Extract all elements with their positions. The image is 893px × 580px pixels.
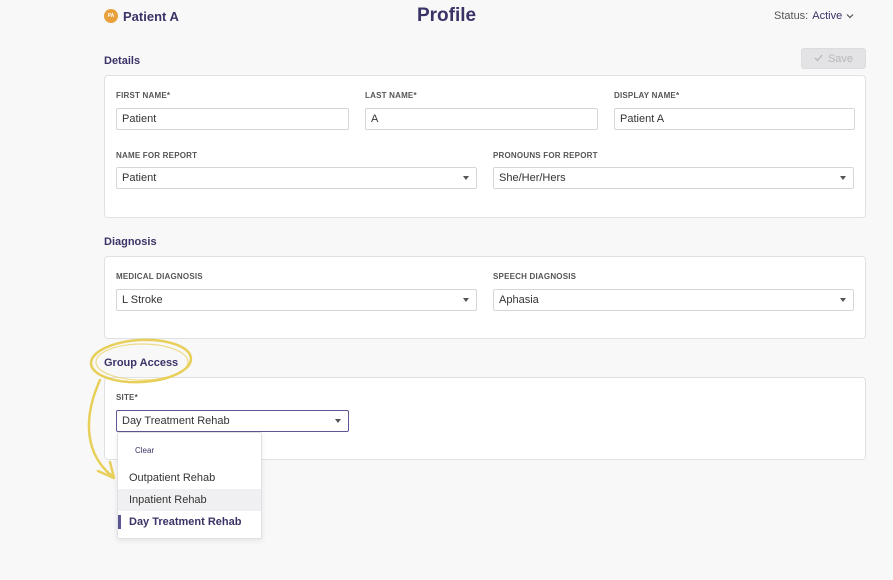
site-dropdown-menu: Clear Outpatient Rehab Inpatient Rehab D…: [117, 432, 262, 539]
dropdown-option-outpatient[interactable]: Outpatient Rehab: [118, 467, 261, 489]
check-icon: [814, 53, 823, 65]
patient-name: Patient A: [123, 9, 179, 24]
status-label: Status:: [774, 10, 809, 22]
site-select[interactable]: Day Treatment Rehab: [116, 410, 349, 432]
save-label: Save: [827, 52, 854, 65]
medical-diagnosis-value: L Stroke: [122, 294, 163, 306]
display-name-label: DISPLAY NAME*: [614, 91, 680, 100]
diagnosis-section-title: Diagnosis: [104, 236, 157, 248]
caret-down-icon: [335, 419, 341, 423]
clear-option[interactable]: Clear: [135, 446, 154, 455]
dropdown-option-day-treatment[interactable]: Day Treatment Rehab: [118, 511, 261, 533]
pronouns-label: PRONOUNS FOR REPORT: [493, 151, 598, 160]
medical-diagnosis-select[interactable]: L Stroke: [116, 289, 477, 311]
speech-diagnosis-value: Aphasia: [499, 294, 539, 306]
name-for-report-select[interactable]: Patient: [116, 167, 477, 189]
details-panel: [104, 75, 866, 218]
last-name-field[interactable]: A: [365, 108, 598, 130]
name-for-report-label: NAME FOR REPORT: [116, 151, 198, 160]
group-access-section-title: Group Access: [104, 357, 179, 369]
pronouns-select[interactable]: She/Her/Hers: [493, 167, 854, 189]
status-value: Active: [812, 10, 843, 22]
chevron-down-icon: [846, 12, 854, 21]
site-label: SITE*: [116, 393, 138, 402]
site-value: Day Treatment Rehab: [122, 415, 230, 427]
caret-down-icon: [840, 298, 846, 302]
name-for-report-value: Patient: [122, 172, 157, 184]
caret-down-icon: [840, 176, 846, 180]
medical-diagnosis-label: MEDICAL DIAGNOSIS: [116, 272, 203, 281]
avatar: PA: [104, 9, 118, 23]
speech-diagnosis-label: SPEECH DIAGNOSIS: [493, 272, 577, 281]
dropdown-option-label: Day Treatment Rehab: [129, 516, 242, 528]
status-dropdown[interactable]: Status: Active: [774, 10, 854, 22]
caret-down-icon: [463, 298, 469, 302]
dropdown-option-inpatient[interactable]: Inpatient Rehab: [118, 489, 261, 511]
save-button[interactable]: Save: [801, 48, 866, 69]
pronouns-value: She/Her/Hers: [499, 172, 566, 184]
first-name-field[interactable]: Patient: [116, 108, 349, 130]
details-section-title: Details: [104, 55, 141, 67]
speech-diagnosis-select[interactable]: Aphasia: [493, 289, 854, 311]
last-name-label: LAST NAME*: [365, 91, 417, 100]
caret-down-icon: [463, 176, 469, 180]
first-name-label: FIRST NAME*: [116, 91, 171, 100]
display-name-field[interactable]: Patient A: [614, 108, 855, 130]
selected-indicator: [118, 515, 121, 529]
